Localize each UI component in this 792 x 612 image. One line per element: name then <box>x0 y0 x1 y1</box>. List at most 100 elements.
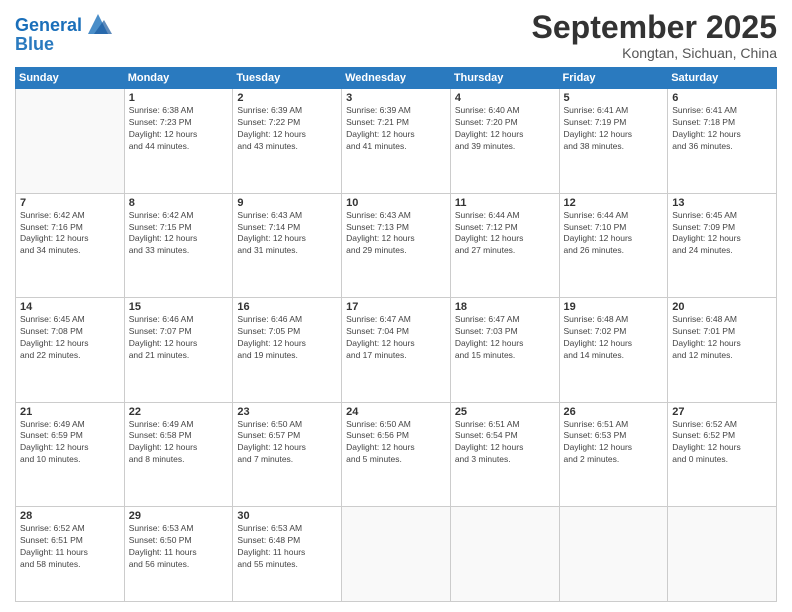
day-number: 15 <box>129 301 229 313</box>
day-info: Sunrise: 6:51 AM Sunset: 6:54 PM Dayligh… <box>455 419 555 467</box>
weekday-header-wednesday: Wednesday <box>342 68 451 89</box>
header: General Blue September 2025 Kongtan, Sic… <box>15 10 777 61</box>
month-title: September 2025 <box>532 10 777 45</box>
day-number: 26 <box>564 406 664 418</box>
day-info: Sunrise: 6:38 AM Sunset: 7:23 PM Dayligh… <box>129 105 229 153</box>
day-info: Sunrise: 6:43 AM Sunset: 7:14 PM Dayligh… <box>237 210 337 258</box>
day-info: Sunrise: 6:52 AM Sunset: 6:52 PM Dayligh… <box>672 419 772 467</box>
calendar-cell: 23Sunrise: 6:50 AM Sunset: 6:57 PM Dayli… <box>233 402 342 506</box>
calendar-cell: 15Sunrise: 6:46 AM Sunset: 7:07 PM Dayli… <box>124 298 233 402</box>
weekday-header-row: SundayMondayTuesdayWednesdayThursdayFrid… <box>16 68 777 89</box>
calendar-cell: 7Sunrise: 6:42 AM Sunset: 7:16 PM Daylig… <box>16 193 125 297</box>
calendar-cell: 2Sunrise: 6:39 AM Sunset: 7:22 PM Daylig… <box>233 89 342 193</box>
day-number: 16 <box>237 301 337 313</box>
calendar-page: General Blue September 2025 Kongtan, Sic… <box>0 0 792 612</box>
location: Kongtan, Sichuan, China <box>532 45 777 61</box>
day-info: Sunrise: 6:49 AM Sunset: 6:58 PM Dayligh… <box>129 419 229 467</box>
day-number: 4 <box>455 92 555 104</box>
calendar-cell: 18Sunrise: 6:47 AM Sunset: 7:03 PM Dayli… <box>450 298 559 402</box>
day-number: 11 <box>455 197 555 209</box>
day-info: Sunrise: 6:40 AM Sunset: 7:20 PM Dayligh… <box>455 105 555 153</box>
calendar-cell <box>668 507 777 602</box>
logo-text: General <box>15 16 82 36</box>
day-number: 1 <box>129 92 229 104</box>
calendar-cell: 1Sunrise: 6:38 AM Sunset: 7:23 PM Daylig… <box>124 89 233 193</box>
day-info: Sunrise: 6:48 AM Sunset: 7:02 PM Dayligh… <box>564 314 664 362</box>
day-number: 19 <box>564 301 664 313</box>
day-info: Sunrise: 6:48 AM Sunset: 7:01 PM Dayligh… <box>672 314 772 362</box>
day-info: Sunrise: 6:50 AM Sunset: 6:56 PM Dayligh… <box>346 419 446 467</box>
day-info: Sunrise: 6:53 AM Sunset: 6:50 PM Dayligh… <box>129 523 229 571</box>
day-number: 20 <box>672 301 772 313</box>
week-row-1: 1Sunrise: 6:38 AM Sunset: 7:23 PM Daylig… <box>16 89 777 193</box>
day-info: Sunrise: 6:44 AM Sunset: 7:10 PM Dayligh… <box>564 210 664 258</box>
calendar-cell: 10Sunrise: 6:43 AM Sunset: 7:13 PM Dayli… <box>342 193 451 297</box>
day-number: 28 <box>20 510 120 522</box>
calendar-cell <box>450 507 559 602</box>
calendar-cell: 14Sunrise: 6:45 AM Sunset: 7:08 PM Dayli… <box>16 298 125 402</box>
day-number: 29 <box>129 510 229 522</box>
day-info: Sunrise: 6:39 AM Sunset: 7:21 PM Dayligh… <box>346 105 446 153</box>
day-info: Sunrise: 6:46 AM Sunset: 7:05 PM Dayligh… <box>237 314 337 362</box>
day-info: Sunrise: 6:42 AM Sunset: 7:16 PM Dayligh… <box>20 210 120 258</box>
calendar-cell: 28Sunrise: 6:52 AM Sunset: 6:51 PM Dayli… <box>16 507 125 602</box>
calendar-cell: 4Sunrise: 6:40 AM Sunset: 7:20 PM Daylig… <box>450 89 559 193</box>
day-info: Sunrise: 6:47 AM Sunset: 7:03 PM Dayligh… <box>455 314 555 362</box>
calendar-cell: 9Sunrise: 6:43 AM Sunset: 7:14 PM Daylig… <box>233 193 342 297</box>
day-info: Sunrise: 6:43 AM Sunset: 7:13 PM Dayligh… <box>346 210 446 258</box>
calendar-table: SundayMondayTuesdayWednesdayThursdayFrid… <box>15 67 777 602</box>
calendar-cell: 12Sunrise: 6:44 AM Sunset: 7:10 PM Dayli… <box>559 193 668 297</box>
week-row-4: 21Sunrise: 6:49 AM Sunset: 6:59 PM Dayli… <box>16 402 777 506</box>
day-info: Sunrise: 6:41 AM Sunset: 7:18 PM Dayligh… <box>672 105 772 153</box>
weekday-header-saturday: Saturday <box>668 68 777 89</box>
calendar-cell: 21Sunrise: 6:49 AM Sunset: 6:59 PM Dayli… <box>16 402 125 506</box>
calendar-cell: 11Sunrise: 6:44 AM Sunset: 7:12 PM Dayli… <box>450 193 559 297</box>
weekday-header-tuesday: Tuesday <box>233 68 342 89</box>
day-number: 2 <box>237 92 337 104</box>
day-number: 13 <box>672 197 772 209</box>
day-info: Sunrise: 6:45 AM Sunset: 7:09 PM Dayligh… <box>672 210 772 258</box>
day-number: 23 <box>237 406 337 418</box>
calendar-cell <box>342 507 451 602</box>
week-row-3: 14Sunrise: 6:45 AM Sunset: 7:08 PM Dayli… <box>16 298 777 402</box>
weekday-header-monday: Monday <box>124 68 233 89</box>
day-number: 5 <box>564 92 664 104</box>
day-number: 7 <box>20 197 120 209</box>
day-info: Sunrise: 6:42 AM Sunset: 7:15 PM Dayligh… <box>129 210 229 258</box>
calendar-cell: 30Sunrise: 6:53 AM Sunset: 6:48 PM Dayli… <box>233 507 342 602</box>
week-row-5: 28Sunrise: 6:52 AM Sunset: 6:51 PM Dayli… <box>16 507 777 602</box>
logo: General Blue <box>15 14 112 55</box>
day-number: 24 <box>346 406 446 418</box>
weekday-header-friday: Friday <box>559 68 668 89</box>
calendar-cell: 8Sunrise: 6:42 AM Sunset: 7:15 PM Daylig… <box>124 193 233 297</box>
calendar-cell <box>559 507 668 602</box>
day-info: Sunrise: 6:51 AM Sunset: 6:53 PM Dayligh… <box>564 419 664 467</box>
calendar-cell: 16Sunrise: 6:46 AM Sunset: 7:05 PM Dayli… <box>233 298 342 402</box>
day-info: Sunrise: 6:53 AM Sunset: 6:48 PM Dayligh… <box>237 523 337 571</box>
day-number: 14 <box>20 301 120 313</box>
day-info: Sunrise: 6:45 AM Sunset: 7:08 PM Dayligh… <box>20 314 120 362</box>
day-number: 18 <box>455 301 555 313</box>
day-number: 22 <box>129 406 229 418</box>
calendar-cell: 25Sunrise: 6:51 AM Sunset: 6:54 PM Dayli… <box>450 402 559 506</box>
calendar-cell: 19Sunrise: 6:48 AM Sunset: 7:02 PM Dayli… <box>559 298 668 402</box>
calendar-cell: 17Sunrise: 6:47 AM Sunset: 7:04 PM Dayli… <box>342 298 451 402</box>
day-number: 12 <box>564 197 664 209</box>
calendar-cell: 13Sunrise: 6:45 AM Sunset: 7:09 PM Dayli… <box>668 193 777 297</box>
title-block: September 2025 Kongtan, Sichuan, China <box>532 10 777 61</box>
day-info: Sunrise: 6:39 AM Sunset: 7:22 PM Dayligh… <box>237 105 337 153</box>
calendar-cell <box>16 89 125 193</box>
calendar-cell: 6Sunrise: 6:41 AM Sunset: 7:18 PM Daylig… <box>668 89 777 193</box>
day-number: 10 <box>346 197 446 209</box>
day-number: 30 <box>237 510 337 522</box>
weekday-header-sunday: Sunday <box>16 68 125 89</box>
week-row-2: 7Sunrise: 6:42 AM Sunset: 7:16 PM Daylig… <box>16 193 777 297</box>
calendar-cell: 29Sunrise: 6:53 AM Sunset: 6:50 PM Dayli… <box>124 507 233 602</box>
day-number: 17 <box>346 301 446 313</box>
day-number: 25 <box>455 406 555 418</box>
logo-icon <box>84 10 112 38</box>
day-number: 8 <box>129 197 229 209</box>
calendar-cell: 26Sunrise: 6:51 AM Sunset: 6:53 PM Dayli… <box>559 402 668 506</box>
day-info: Sunrise: 6:46 AM Sunset: 7:07 PM Dayligh… <box>129 314 229 362</box>
day-number: 3 <box>346 92 446 104</box>
